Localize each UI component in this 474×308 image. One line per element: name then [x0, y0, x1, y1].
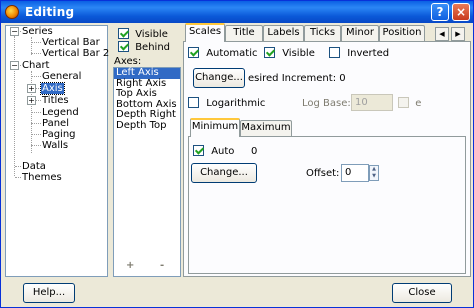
visible-checkbox[interactable]: Visible — [264, 47, 315, 59]
auto-checkbox[interactable]: Auto — [193, 145, 234, 157]
tab-minimum[interactable]: Minimum — [190, 118, 240, 137]
tree-item-general[interactable]: General — [42, 71, 81, 82]
tab-labels[interactable]: Labels — [263, 25, 304, 41]
axes-panel: Visible Behind Axes: Left Axis Right Axis… — [113, 25, 181, 277]
expand-titles-icon[interactable]: + — [27, 96, 36, 105]
offset-label: Offset: — [306, 168, 340, 179]
list-item[interactable]: Top Axis — [114, 89, 180, 100]
expand-axis-icon[interactable]: + — [27, 84, 36, 93]
tree-item-themes[interactable]: Themes — [22, 172, 62, 183]
add-axis-button[interactable]: + — [126, 260, 134, 271]
spin-up-icon[interactable]: ▲ — [370, 166, 378, 173]
logarithmic-checkbox[interactable]: Logarithmic — [188, 97, 265, 109]
checkbox-icon — [118, 41, 129, 52]
automatic-checkbox[interactable]: Automatic — [188, 47, 257, 59]
axes-label: Axes: — [114, 56, 142, 67]
tree-item-panel[interactable]: Panel — [42, 118, 69, 129]
inverted-checkbox[interactable]: Inverted — [329, 47, 389, 59]
collapse-chart-icon[interactable]: − — [10, 61, 19, 70]
spin-down-icon[interactable]: ▼ — [370, 173, 378, 180]
collapse-series-icon[interactable]: − — [10, 27, 19, 36]
tab-minor[interactable]: Minor — [341, 25, 379, 41]
close-button[interactable]: Close — [392, 283, 452, 303]
checkbox-icon — [188, 47, 199, 58]
axis-behind-checkbox[interactable]: Behind — [118, 41, 170, 53]
desired-increment-label: esired Increment: 0 — [248, 73, 346, 84]
checkbox-icon — [264, 47, 275, 58]
list-item[interactable]: Left Axis — [114, 68, 180, 79]
scales-tab-page: Automatic Visible Inverted Change... esi… — [183, 41, 471, 277]
tree-item-series[interactable]: Series — [22, 26, 53, 37]
checkbox-icon — [329, 47, 340, 58]
e-checkbox[interactable]: e — [398, 97, 421, 109]
tab-scales[interactable]: Scales — [185, 23, 225, 42]
tab-maximum[interactable]: Maximum — [240, 120, 292, 136]
tree-item-axis[interactable]: Axis — [40, 82, 65, 95]
minimum-page: Auto 0 Change... Offset: 0 ▲ ▼ — [188, 136, 466, 274]
axis-visible-checkbox[interactable]: Visible — [118, 28, 168, 40]
tree-item-data[interactable]: Data — [22, 161, 46, 172]
title-bar[interactable]: Editing ? × — [1, 1, 473, 23]
axes-list[interactable]: Left Axis Right Axis Top Axis Bottom Axis De… — [113, 67, 181, 277]
minimum-change-button[interactable]: Change... — [191, 163, 257, 183]
tab-position[interactable]: Position — [379, 25, 425, 41]
tab-title[interactable]: Title — [225, 25, 263, 41]
close-icon[interactable]: × — [452, 3, 470, 21]
list-item[interactable]: Depth Right — [114, 110, 180, 121]
tab-scroll-left-icon[interactable]: ◀ — [435, 27, 449, 41]
checkbox-icon — [193, 145, 204, 156]
checkbox-icon — [398, 97, 409, 108]
help-button[interactable]: Help... — [23, 283, 75, 303]
tree-item-walls[interactable]: Walls — [42, 140, 68, 151]
settings-tabs: Scales Title Labels Ticks Minor Position… — [185, 23, 473, 42]
editing-dialog: Editing ? × − Series Vertical Bar Vertic… — [0, 0, 474, 308]
log-base-input[interactable]: 10 — [351, 94, 393, 111]
minimum-value: 0 — [251, 146, 258, 157]
log-base-label: Log Base: — [302, 98, 351, 109]
tree-item-vertical-bar-2[interactable]: Vertical Bar 2 — [42, 48, 109, 59]
tab-scroll-right-icon[interactable]: ▶ — [451, 27, 465, 41]
tree-item-paging[interactable]: Paging — [42, 129, 76, 140]
increment-change-button[interactable]: Change... — [193, 68, 245, 88]
tree-item-legend[interactable]: Legend — [42, 107, 79, 118]
app-icon — [5, 5, 19, 19]
tree-item-chart[interactable]: Chart — [22, 60, 49, 71]
editor-tree[interactable]: − Series Vertical Bar Vertical Bar 2 − C… — [5, 25, 109, 277]
checkbox-icon — [188, 97, 199, 108]
checkbox-icon — [118, 28, 129, 39]
tab-ticks[interactable]: Ticks — [304, 25, 341, 41]
offset-input[interactable]: 0 — [341, 164, 369, 182]
offset-stepper[interactable]: ▲ ▼ — [369, 165, 379, 181]
remove-axis-button[interactable]: - — [160, 260, 164, 271]
list-item[interactable]: Depth Top — [114, 120, 180, 132]
window-title: Editing — [25, 5, 75, 19]
help-icon[interactable]: ? — [431, 3, 449, 21]
tree-item-vertical-bar[interactable]: Vertical Bar — [42, 37, 100, 48]
tree-item-titles[interactable]: Titles — [42, 95, 69, 106]
